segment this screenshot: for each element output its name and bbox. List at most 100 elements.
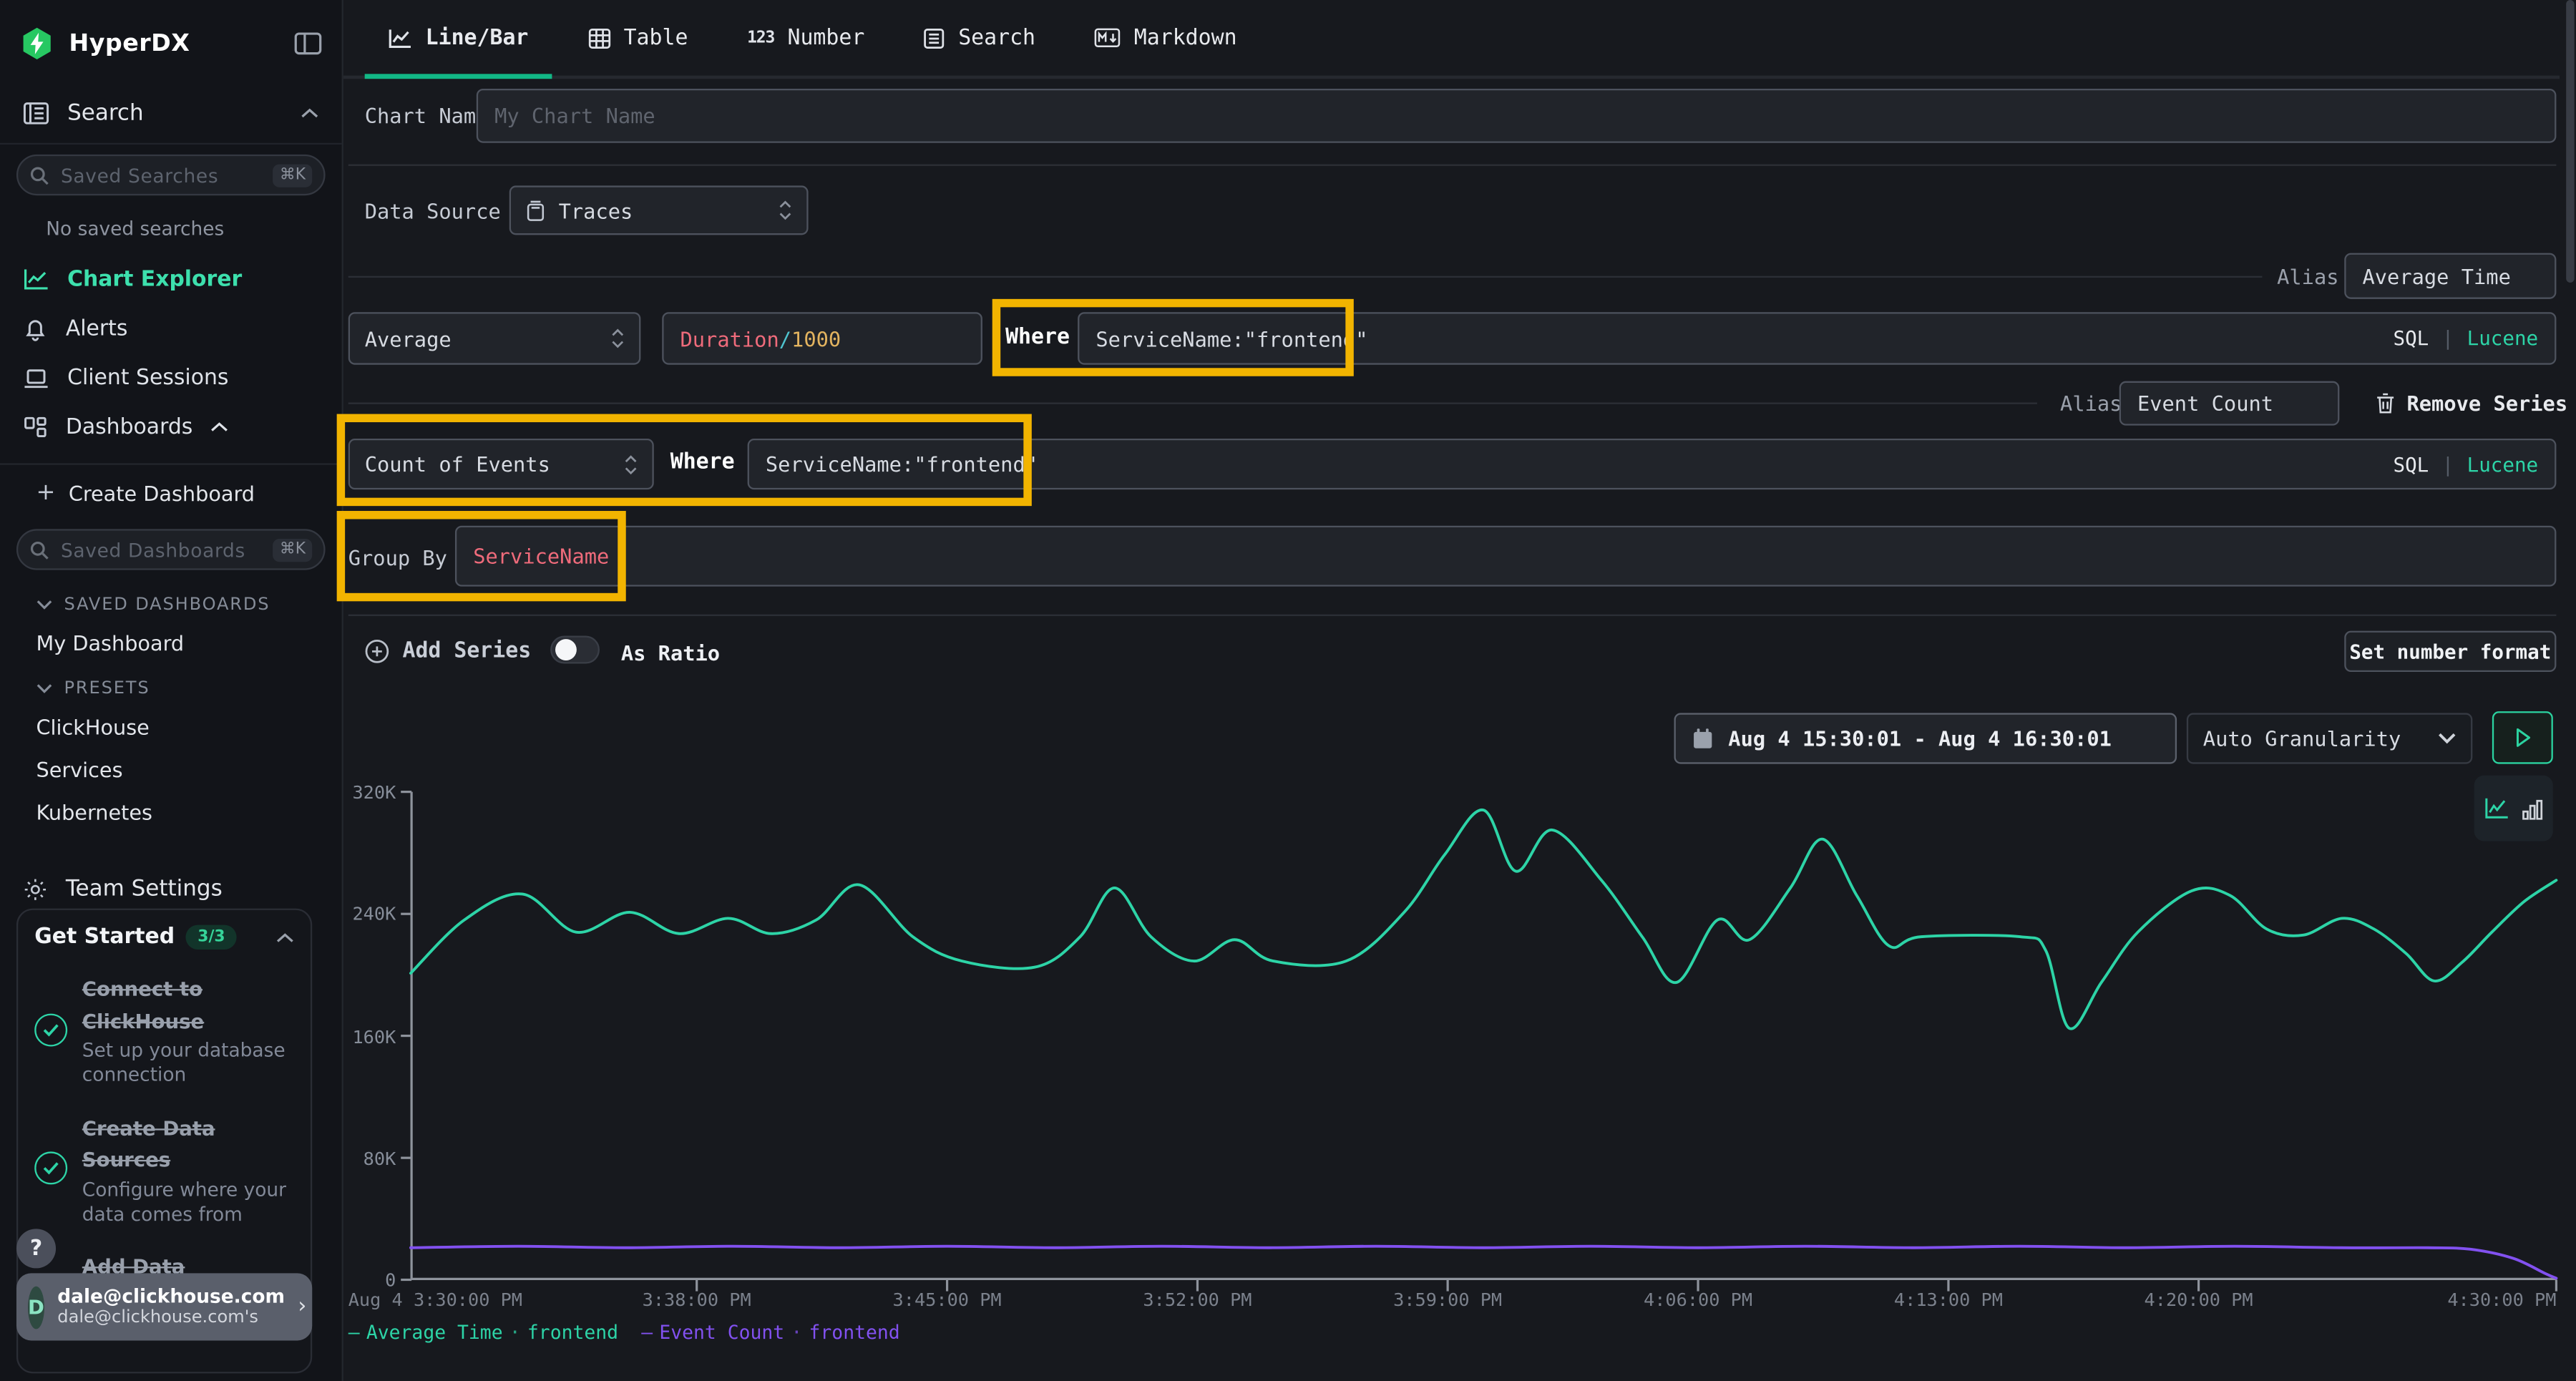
set-number-format-button[interactable]: Set number format [2344, 631, 2556, 672]
series2-aggregation-select[interactable]: Count of Events [348, 439, 654, 489]
divider [348, 165, 2557, 166]
sql-option[interactable]: SQL [2393, 327, 2429, 350]
get-started-item[interactable]: Create Data Sources Configure where your… [34, 1110, 294, 1227]
database-icon [526, 200, 546, 221]
granularity-select[interactable]: Auto Granularity [2187, 713, 2472, 763]
get-started-item-title: Create Data Sources [82, 1116, 215, 1171]
sidebar-item-alerts[interactable]: Alerts [0, 304, 342, 353]
tab-number[interactable]: 123 Number [724, 0, 888, 76]
collapse-sidebar-icon[interactable] [294, 31, 322, 56]
legend-label: Average Time [366, 1321, 503, 1344]
divider [348, 402, 2037, 404]
get-started-header[interactable]: Get Started 3/3 [34, 925, 294, 950]
date-range-input[interactable]: Aug 4 15:30:01 - Aug 4 16:30:01 [1674, 713, 2177, 763]
remove-series-button[interactable]: Remove Series [2376, 391, 2567, 415]
tab-markdown[interactable]: Markdown [1072, 0, 1260, 76]
gear-icon [23, 877, 47, 901]
tab-search[interactable]: Search [901, 0, 1058, 76]
legend-label: Event Count [659, 1321, 784, 1344]
search-list-icon [924, 27, 945, 49]
chevron-down-icon [2438, 733, 2456, 744]
saved-searches-input[interactable]: Saved Searches ⌘K [16, 155, 326, 195]
series1-where-label: Where [1005, 326, 1070, 350]
sidebar-item-preset[interactable]: Services [0, 748, 342, 791]
magnifier-icon [29, 540, 49, 560]
series2-alias-input[interactable]: Event Count [2119, 381, 2340, 426]
sidebar-item-my-dashboard[interactable]: My Dashboard [0, 621, 342, 664]
line-chart-icon [388, 27, 412, 49]
series2-where-input[interactable]: ServiceName:"frontend" SQL | Lucene [748, 439, 2557, 489]
legend-swatch: — [348, 1321, 360, 1344]
data-source-select[interactable]: Traces [509, 185, 809, 235]
get-started-item-title: Connect to ClickHouse [82, 977, 204, 1033]
get-started-item[interactable]: Connect to ClickHouse Set up your databa… [34, 971, 294, 1088]
dashboards-grid-icon [23, 416, 47, 439]
help-button[interactable]: ? [16, 1229, 56, 1268]
sidebar-item-dashboards[interactable]: Dashboards [0, 402, 342, 452]
table-icon [587, 27, 610, 49]
sidebar-item-client-sessions[interactable]: Client Sessions [0, 353, 342, 403]
sidebar-item-search[interactable]: Search [0, 84, 342, 145]
get-started-item-desc: Set up your database connection [82, 1038, 294, 1088]
series1-expression-input[interactable]: Duration/1000 [662, 312, 982, 364]
markdown-icon [1095, 28, 1121, 48]
avatar: D [28, 1286, 44, 1329]
alias-label: Alias [2277, 265, 2338, 289]
series2-query-language-toggle: SQL | Lucene [2393, 453, 2538, 476]
y-tick-label: 320K [330, 782, 396, 804]
team-settings-label: Team Settings [66, 876, 223, 902]
alias-label: Alias [2060, 391, 2122, 415]
search-panel-icon [23, 102, 49, 125]
tab-table[interactable]: Table [565, 0, 711, 76]
user-email: dale@clickhouse.com [57, 1284, 285, 1308]
sql-option[interactable]: SQL [2393, 453, 2429, 476]
x-tick-label: 4:20:00 PM [2145, 1289, 2253, 1311]
legend-separator: · [791, 1321, 802, 1344]
series1-aggregation-select[interactable]: Average [348, 312, 641, 364]
series1-alias-input[interactable]: Average Time [2344, 253, 2556, 299]
get-started-progress-badge: 3/3 [186, 925, 236, 950]
presets-section-toggle[interactable]: PRESETS [0, 664, 342, 705]
toggle-knob [555, 640, 576, 661]
chevron-up-icon [276, 932, 294, 942]
chart-explorer-label: Chart Explorer [67, 267, 242, 291]
no-saved-searches-text: No saved searches [0, 205, 342, 255]
chart-name-input[interactable]: My Chart Name [477, 89, 2557, 143]
presets-list: ClickHouseServicesKubernetes [0, 705, 342, 833]
chart-line-icon [23, 268, 49, 291]
legend-group: frontend [527, 1321, 618, 1344]
check-circle-icon [34, 1013, 67, 1046]
calendar-icon [1692, 728, 1714, 749]
app-title: HyperDX [69, 30, 279, 57]
run-query-button[interactable] [2492, 711, 2553, 763]
data-source-label: Data Source [365, 199, 501, 223]
lucene-option[interactable]: Lucene [2467, 327, 2539, 350]
sidebar-item-preset[interactable]: ClickHouse [0, 705, 342, 748]
plot-svg [411, 792, 2556, 1280]
group-by-label: Group By [348, 545, 447, 570]
user-menu[interactable]: D dale@clickhouse.com dale@clickhouse.co… [16, 1273, 312, 1340]
saved-dashboards-section-toggle[interactable]: SAVED DASHBOARDS [0, 580, 342, 620]
series1-where-input[interactable]: ServiceName:"frontend" SQL | Lucene [1078, 312, 2556, 364]
saved-dashboards-input[interactable]: Saved Dashboards ⌘K [16, 529, 326, 570]
legend-item[interactable]: — Event Count · frontend [641, 1321, 899, 1344]
add-series-button[interactable]: Add Series [365, 639, 532, 663]
time-series-chart[interactable]: 320K240K160K80K0 Aug 4 3:30:00 PM3:38:00… [411, 792, 2556, 1280]
lucene-option[interactable]: Lucene [2467, 453, 2539, 476]
as-ratio-toggle[interactable] [550, 636, 600, 664]
sidebar-item-preset[interactable]: Kubernetes [0, 790, 342, 833]
chart-type-tabs: Line/Bar Table 123 Number Search Markdow… [343, 0, 2560, 79]
x-tick-label: 3:45:00 PM [893, 1289, 1002, 1311]
legend-item[interactable]: — Average Time · frontend [348, 1321, 618, 1344]
tab-line-bar[interactable]: Line/Bar [365, 0, 552, 76]
series-line-event-count [411, 1246, 2556, 1279]
app-root: HyperDX Search Saved Searches ⌘K No save… [0, 0, 2576, 1381]
get-started-title: Get Started [34, 925, 175, 950]
plus-icon: + [36, 479, 56, 506]
scrollbar-thumb[interactable] [2566, 0, 2574, 283]
laptop-icon [23, 367, 49, 389]
sidebar-item-chart-explorer[interactable]: Chart Explorer [0, 255, 342, 304]
divider [348, 276, 2263, 278]
create-dashboard-button[interactable]: + Create Dashboard [0, 465, 342, 519]
group-by-input[interactable]: ServiceName [455, 526, 2556, 587]
